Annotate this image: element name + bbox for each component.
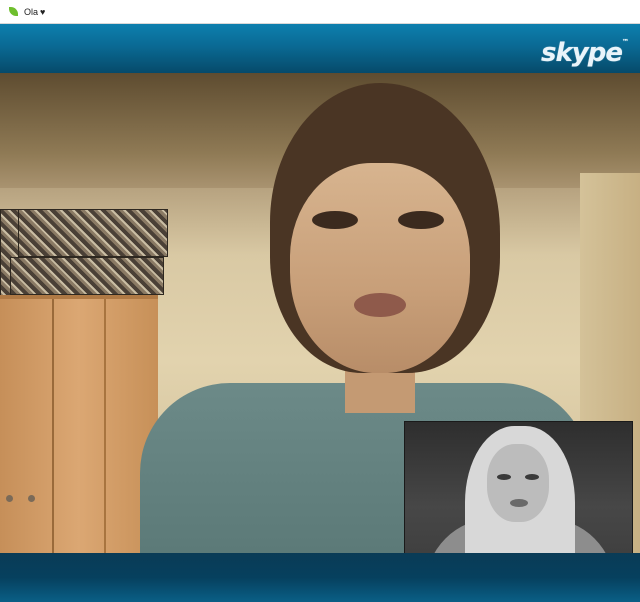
trademark-mark: ™ — [622, 38, 629, 46]
heart-icon: ♥ — [40, 6, 46, 17]
call-controls-bar — [0, 553, 640, 602]
contact-name-label: Ola — [24, 6, 39, 17]
title-bar: Ola ♥ — [0, 0, 640, 24]
skype-logo: skype™ — [541, 38, 629, 68]
video-wardrobe — [0, 295, 158, 553]
call-header-bar: skype™ — [0, 24, 640, 73]
skype-logo-text: skype — [541, 38, 623, 68]
contact-name[interactable]: Ola ♥ — [24, 7, 45, 17]
online-status-icon — [8, 6, 19, 17]
